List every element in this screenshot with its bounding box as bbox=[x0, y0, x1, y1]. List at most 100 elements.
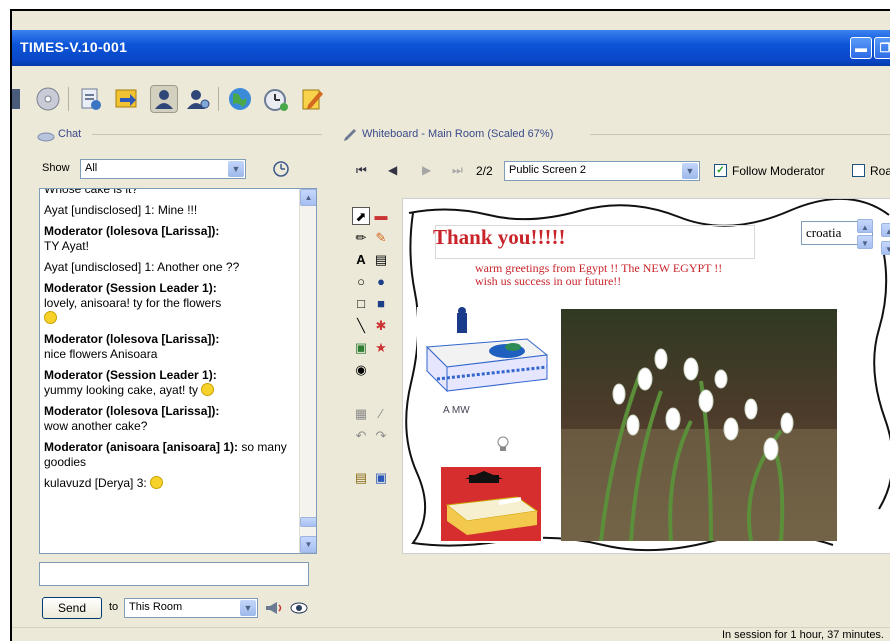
recipient-select[interactable]: This Room ▼ bbox=[124, 598, 258, 618]
smiley-icon bbox=[44, 311, 57, 324]
greeting-text: warm greetings from Egypt !! The NEW EGY… bbox=[475, 262, 722, 288]
eye-icon[interactable] bbox=[290, 601, 308, 615]
webcam-button[interactable] bbox=[184, 85, 212, 113]
chevron-down-icon: ▼ bbox=[240, 600, 256, 616]
image-tool[interactable]: ▣ bbox=[352, 339, 370, 357]
whiteboard-canvas[interactable]: Thank you!!!!! warm greetings from Egypt… bbox=[402, 198, 890, 554]
chat-message-text: Ayat [undisclosed] 1: Mine !!! bbox=[44, 203, 198, 217]
eraser-tool[interactable]: ▬ bbox=[372, 207, 390, 225]
document-button[interactable] bbox=[76, 85, 104, 113]
stamp-tool[interactable]: ★ bbox=[372, 339, 390, 357]
line-icon: ╲ bbox=[357, 318, 365, 333]
next-page-button[interactable]: ▶ bbox=[422, 163, 431, 177]
contacts-button[interactable] bbox=[12, 85, 26, 113]
notepad-button[interactable] bbox=[298, 85, 326, 113]
rectangle-tool[interactable]: □ bbox=[352, 295, 370, 313]
snapshot-tool[interactable]: ◉ bbox=[352, 361, 370, 379]
chevron-down-icon: ▼ bbox=[682, 163, 698, 179]
chat-log[interactable]: Whose cake is it? Ayat [undisclosed] 1: … bbox=[39, 188, 317, 554]
previous-page-button[interactable]: ◀ bbox=[388, 163, 397, 177]
follow-moderator-checkbox[interactable]: ✓ bbox=[714, 164, 727, 177]
scale-tool[interactable]: ∕ bbox=[372, 405, 390, 423]
textbox-tool[interactable]: ▤ bbox=[372, 251, 390, 269]
thank-you-heading: Thank you!!!!! bbox=[433, 225, 566, 249]
pen-tool[interactable]: ✏ bbox=[352, 229, 370, 247]
cake-caption: A MW bbox=[443, 405, 470, 416]
ellipse-tool[interactable]: ○ bbox=[352, 273, 370, 291]
marker-icon: ✎ bbox=[375, 230, 387, 245]
filled-rectangle-tool[interactable]: ■ bbox=[372, 295, 390, 313]
chat-message-text: Ayat [undisclosed] 1: Another one ?? bbox=[44, 260, 240, 274]
arrow-left-icon: ◀ bbox=[388, 163, 398, 177]
redo-tool[interactable]: ↷ bbox=[372, 427, 390, 445]
chat-message-text: lovely, anisoara! ty for the flowers bbox=[44, 296, 222, 310]
size-down-button[interactable]: ▼ bbox=[881, 241, 890, 255]
globe-button[interactable] bbox=[226, 85, 254, 113]
history-clock-icon[interactable] bbox=[272, 160, 290, 178]
select-tool[interactable]: ⬈ bbox=[352, 207, 370, 225]
roam-checkbox[interactable] bbox=[852, 164, 865, 177]
open-file-tool[interactable]: ▤ bbox=[352, 469, 370, 487]
document-icon bbox=[81, 88, 101, 110]
cake-picture[interactable] bbox=[417, 307, 557, 403]
chat-message: kulavuzd [Derya] 3: bbox=[44, 476, 296, 491]
filled-ellipse-tool[interactable]: ● bbox=[372, 273, 390, 291]
screen-select[interactable]: Public Screen 2 ▼ bbox=[504, 161, 700, 181]
chat-message-input[interactable] bbox=[39, 562, 309, 586]
share-button[interactable] bbox=[112, 85, 140, 113]
chat-scrollbar[interactable]: ▲ ▼ bbox=[299, 189, 316, 553]
smiley-icon bbox=[150, 476, 164, 489]
send-button[interactable]: Send bbox=[42, 597, 102, 619]
main-toolbar bbox=[12, 77, 890, 121]
font-up-button[interactable]: ▲ bbox=[857, 219, 873, 233]
user-button[interactable] bbox=[150, 85, 178, 113]
cd-icon bbox=[36, 87, 60, 111]
scroll-thumb[interactable] bbox=[300, 517, 316, 527]
skip-back-icon: ⏮ bbox=[356, 163, 367, 177]
group-divider bbox=[92, 134, 322, 135]
save-file-tool[interactable]: ▣ bbox=[372, 469, 390, 487]
last-page-button[interactable]: ⏭ bbox=[452, 163, 463, 178]
cd-button[interactable] bbox=[34, 85, 62, 113]
undo-tool[interactable]: ↶ bbox=[352, 427, 370, 445]
graduation-cake-picture[interactable] bbox=[439, 465, 543, 543]
megaphone-icon[interactable] bbox=[264, 599, 284, 617]
user-icon bbox=[155, 90, 173, 109]
magic-wand-tool[interactable]: ✱ bbox=[372, 317, 390, 335]
size-up-button[interactable]: ▲ bbox=[881, 223, 890, 237]
scale-icon: ∕ bbox=[379, 406, 383, 421]
chat-message-list: Whose cake is it? Ayat [undisclosed] 1: … bbox=[44, 189, 296, 497]
select-region-tool[interactable]: ▦ bbox=[352, 405, 370, 423]
show-filter-select[interactable]: All ▼ bbox=[80, 159, 246, 179]
greeting-line-2: wish us success in our future!! bbox=[475, 274, 622, 288]
scroll-down-button[interactable]: ▼ bbox=[300, 536, 316, 553]
webcam-user-icon bbox=[187, 90, 210, 109]
chat-message: Ayat [undisclosed] 1: Another one ?? bbox=[44, 260, 296, 275]
chat-message-text: wow another cake? bbox=[44, 419, 148, 433]
scroll-up-button[interactable]: ▲ bbox=[300, 189, 316, 206]
line-tool[interactable]: ╲ bbox=[352, 317, 370, 335]
minimize-button[interactable]: ▬ bbox=[850, 37, 872, 59]
chat-message: Moderator (lolesova [Larissa]): nice flo… bbox=[44, 332, 296, 362]
first-page-button[interactable]: ⏮ bbox=[356, 163, 367, 178]
timer-button[interactable] bbox=[262, 85, 290, 113]
chat-message-sender: Moderator (lolesova [Larissa]): bbox=[44, 404, 220, 418]
marker-tool[interactable]: ✎ bbox=[372, 229, 390, 247]
status-bar: In session for 1 hour, 37 minutes. bbox=[12, 627, 890, 641]
text-tool[interactable]: A bbox=[352, 251, 370, 269]
chat-message: Moderator (Session Leader 1): lovely, an… bbox=[44, 281, 296, 326]
roam-label: Roa bbox=[870, 164, 890, 178]
font-down-button[interactable]: ▼ bbox=[857, 235, 873, 249]
check-icon: ✓ bbox=[716, 165, 725, 176]
chat-message: Moderator (lolesova [Larissa]): TY Ayat! bbox=[44, 224, 296, 254]
font-select-value: croatia bbox=[806, 225, 842, 240]
chat-message-sender: Moderator (lolesova [Larissa]): bbox=[44, 332, 220, 346]
snowdrop-flowers-photo[interactable] bbox=[561, 309, 837, 541]
greeting-line-1: warm greetings from Egypt !! The NEW EGY… bbox=[475, 261, 723, 275]
title-bar: TIMES-V.10-001 ▬ ❐ bbox=[12, 30, 890, 66]
restore-button[interactable]: ❐ bbox=[874, 37, 890, 59]
save-icon: ▣ bbox=[374, 470, 388, 485]
contacts-icon bbox=[12, 89, 20, 109]
chat-message-text: TY Ayat! bbox=[44, 239, 89, 253]
arrow-right-icon: ▶ bbox=[422, 163, 432, 177]
